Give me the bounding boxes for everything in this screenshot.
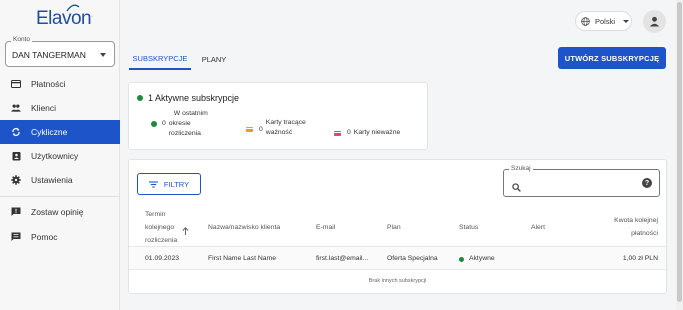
help-icon[interactable]: ? <box>642 178 652 188</box>
page-scrollbar[interactable] <box>676 0 683 310</box>
globe-icon <box>581 16 590 26</box>
column-header-status[interactable]: Status <box>459 221 478 234</box>
summary-title-text: 1 Aktywne subskrypcje <box>148 93 240 103</box>
column-header-alert[interactable]: Alert <box>531 221 545 234</box>
logo-text: Elavon <box>36 8 92 29</box>
filter-label: FILTRY <box>163 179 190 189</box>
account-label: Konto <box>11 36 32 43</box>
sidebar: Elavon. Konto DAN TANGERMAN Płatności Kl… <box>0 0 120 310</box>
sidebar-item-payments[interactable]: Płatności <box>0 72 120 96</box>
people-icon <box>11 103 21 113</box>
sidebar-item-feedback[interactable]: Zostaw opinię <box>0 200 120 224</box>
cell-amount: 1,00 zł PLN <box>622 255 658 262</box>
sidebar-item-customers[interactable]: Klienci <box>0 96 120 120</box>
subscriptions-table-card: FILTRY Szukaj ? Termin kolejnego rozlicz… <box>128 159 667 294</box>
sidebar-item-label: Użytkownicy <box>31 151 79 161</box>
active-status-dot <box>459 256 464 262</box>
header-line: Termin <box>145 211 166 218</box>
sidebar-divider <box>0 196 120 197</box>
subscription-summary-card: 1 Aktywne subskrypcje 0 W ostatnim okres… <box>128 82 428 150</box>
column-header-due-date[interactable]: Termin kolejnego rozliczenia <box>145 208 177 247</box>
sidebar-item-label: Cykliczne <box>31 127 68 137</box>
avatar[interactable] <box>643 10 666 33</box>
stat-invalid-cards: 0 Karty nieważne <box>334 128 400 138</box>
logo-swoosh-icon <box>66 4 80 12</box>
stat-label-line: rozliczenia <box>168 130 201 137</box>
cell-status: Aktywne <box>459 254 495 264</box>
chevron-down-icon <box>623 19 630 23</box>
search-input[interactable]: Szukaj ? <box>503 165 660 197</box>
account-select[interactable]: Konto DAN TANGERMAN <box>5 36 115 67</box>
stat-label: Karty tracące ważność <box>266 118 306 138</box>
sidebar-item-recurring[interactable]: Cykliczne <box>0 120 120 144</box>
sidebar-item-settings[interactable]: Ustawienia <box>0 168 120 192</box>
column-header-next-amount[interactable]: Kwota kolejnej płatności <box>614 214 658 240</box>
credit-card-icon <box>246 127 253 132</box>
green-dot-icon <box>151 121 157 127</box>
stat-count: 0 <box>259 125 263 133</box>
cell-email: first.last@email... <box>316 255 369 262</box>
elavon-logo: Elavon. <box>36 4 93 30</box>
logo-mark: . <box>91 12 93 19</box>
sidebar-item-label: Ustawienia <box>31 175 73 185</box>
cell-due-date: 01.09.2023 <box>145 255 180 262</box>
table-row[interactable]: 01.09.2023 First Name Last Name first.la… <box>129 246 666 270</box>
language-select[interactable]: Polski <box>575 11 632 31</box>
active-status-dot <box>137 95 143 101</box>
create-subscription-button[interactable]: UTWÓRZ SUBSKRYPCJĘ <box>558 47 666 69</box>
stat-label-line: okresie <box>168 120 191 127</box>
search-icon <box>512 179 521 197</box>
filter-icon <box>148 180 158 188</box>
badge-icon <box>11 151 21 161</box>
scrollbar-thumb[interactable] <box>677 2 682 302</box>
sidebar-item-help[interactable]: Pomoc <box>0 225 120 249</box>
chevron-down-icon <box>100 53 106 57</box>
stat-label: Karty nieważne <box>353 129 401 136</box>
sidebar-item-label: Pomoc <box>31 232 58 242</box>
help-icon <box>11 232 21 242</box>
column-header-customer-name[interactable]: Nazwa/nazwisko klienta <box>208 221 280 234</box>
tab-subscriptions[interactable]: SUBSKRYPCJE <box>129 48 191 70</box>
cell-plan: Oferta Specjalna <box>387 255 438 262</box>
column-header-plan[interactable]: Plan <box>387 221 401 234</box>
stat-label-line: Karty tracące <box>265 119 306 126</box>
header-line: kolejnego <box>145 224 175 231</box>
sidebar-item-users[interactable]: Użytkownicy <box>0 144 120 168</box>
header-line: płatności <box>631 230 658 237</box>
stat-label: W ostatnim okresie rozliczenia <box>169 109 208 139</box>
empty-state-text: Brak innych subskrypcji <box>368 278 427 284</box>
cell-customer-name: First Name Last Name <box>208 255 276 262</box>
filter-button[interactable]: FILTRY <box>137 173 201 195</box>
search-label: Szukaj <box>509 165 533 172</box>
stat-count: 0 <box>347 129 351 136</box>
header-line: Kwota kolejnej <box>614 217 658 224</box>
tab-label: PLANY <box>201 54 227 64</box>
summary-title: 1 Aktywne subskrypcje <box>137 93 239 103</box>
stat-last-period: 0 W ostatnim okresie rozliczenia <box>151 109 208 139</box>
stat-count: 0 <box>162 120 166 127</box>
account-value: DAN TANGERMAN <box>12 50 86 60</box>
user-icon <box>649 16 660 27</box>
tab-plans[interactable]: PLANY <box>196 48 232 70</box>
language-value: Polski <box>595 16 616 26</box>
sidebar-item-label: Płatności <box>31 79 66 89</box>
status-text: Aktywne <box>469 255 495 262</box>
feedback-icon <box>11 207 21 217</box>
sort-ascending-icon[interactable] <box>182 222 189 240</box>
stat-label-line: ważność <box>265 129 293 136</box>
sidebar-item-label: Zostaw opinię <box>31 207 84 217</box>
sync-icon <box>11 127 21 137</box>
sidebar-item-label: Klienci <box>31 103 57 113</box>
credit-card-icon <box>11 79 21 89</box>
stat-expiring-cards: 0 Karty tracące ważność <box>246 118 306 138</box>
gear-icon <box>11 175 21 185</box>
tab-label: SUBSKRYPCJE <box>132 53 188 63</box>
credit-card-icon <box>334 130 341 136</box>
stat-label-line: W ostatnim <box>173 110 208 117</box>
column-header-email[interactable]: E-mail <box>316 221 335 234</box>
